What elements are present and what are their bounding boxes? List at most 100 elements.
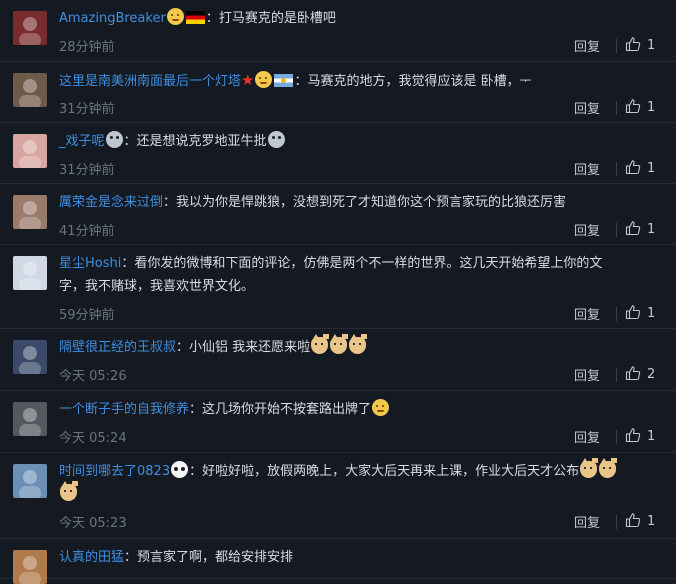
avatar[interactable] [13, 464, 47, 498]
comment-item: _戏子呢 ：还是想说克罗地亚牛批 31分钟前 回复 1 [0, 123, 676, 184]
avatar[interactable] [13, 340, 47, 374]
divider [616, 307, 617, 321]
flag-germany-icon [185, 11, 205, 24]
comment-username[interactable]: 一个断子手的自我修养 [59, 402, 189, 417]
avatar[interactable] [13, 550, 47, 584]
comment-timestamp: 31分钟前 [59, 163, 115, 178]
like-button[interactable]: 1 [625, 304, 655, 321]
divider [616, 515, 617, 529]
reply-button[interactable]: 回复 [574, 365, 600, 384]
avatar[interactable] [13, 134, 47, 168]
panda-emoji-icon [171, 461, 189, 478]
comment-body: ：好啦好啦，放假两晚上，大家大后天再来上课，作业大后天才公布 [189, 464, 580, 479]
reply-button[interactable]: 回复 [574, 159, 600, 178]
cat-emoji-icon [330, 334, 348, 354]
reply-button[interactable]: 回复 [574, 220, 600, 239]
thumbs-up-icon [625, 221, 641, 236]
comment-timestamp: 59分钟前 [59, 308, 115, 323]
divider [616, 101, 617, 115]
thumbs-up-icon [625, 99, 641, 114]
comment-body: ：我以为你是悍跳狼，没想到死了才知道你这个预言家玩的比狼还厉害 [163, 195, 567, 210]
divider [616, 162, 617, 176]
avatar[interactable] [13, 256, 47, 290]
like-count: 1 [647, 100, 656, 115]
comment-body-continued: 字，我不赌球，我喜欢世界文化。 [59, 279, 255, 294]
comment-body: ：这几场你开始不按套路出牌了 [189, 402, 372, 417]
divider [616, 39, 617, 53]
comment-item: 隔壁很正经的王叔叔：小仙铝 我来还愿来啦今天 05:26 回复 2 [0, 329, 676, 391]
like-count: 1 [647, 38, 656, 53]
reply-button[interactable]: 回复 [574, 98, 600, 117]
comment-timestamp: 31分钟前 [59, 102, 115, 117]
comment-item: 一个断子手的自我修养：这几场你开始不按套路出牌了今天 05:24 回复 1 [0, 391, 676, 453]
comment-body: ：还是想说克罗地亚牛批 [123, 134, 267, 149]
like-count: 1 [647, 429, 656, 444]
face-emoji-icon [166, 8, 184, 25]
comment-username[interactable]: 厲荣金是念来过倒 [59, 195, 163, 210]
thumbs-up-icon [625, 37, 641, 52]
like-count: 1 [647, 161, 656, 176]
avatar[interactable] [13, 11, 47, 45]
comment-username[interactable]: _戏子呢 [59, 134, 105, 149]
like-button[interactable]: 1 [625, 98, 655, 115]
reply-button[interactable]: 回复 [574, 36, 600, 55]
divider [616, 430, 617, 444]
comment-body: ：马赛克的地方，我觉得应该是 卧槽，ᅮ [294, 74, 532, 89]
star-icon: ★ [241, 71, 255, 89]
like-count: 1 [647, 514, 656, 529]
comment-username[interactable]: 星尘Hoshi [59, 256, 121, 271]
thumbs-up-icon [625, 305, 641, 320]
like-count: 1 [647, 306, 656, 321]
reply-button[interactable]: 回复 [574, 304, 600, 323]
thumbs-up-icon [625, 513, 641, 528]
like-button[interactable]: 2 [625, 365, 655, 382]
divider [616, 368, 617, 382]
comment-timestamp: 今天 05:26 [59, 369, 127, 384]
comment-username[interactable]: 认真的田猛 [59, 550, 124, 565]
flag-argentina-icon [274, 74, 294, 87]
comment-text: AmazingBreaker ：打马赛克的是卧槽吧 [59, 7, 658, 30]
reply-button[interactable]: 回复 [574, 427, 600, 446]
gray-emoji-icon [105, 131, 123, 148]
comment-text: 时间到哪去了0823 ：好啦好啦，放假两晚上，大家大后天再来上课，作业大后天才公布 [59, 458, 658, 506]
comment-body: ：打马赛克的是卧槽吧 [205, 11, 336, 26]
comment-username[interactable]: 时间到哪去了0823 [59, 464, 170, 479]
comment-text: 厲荣金是念来过倒：我以为你是悍跳狼，没想到死了才知道你这个预言家玩的比狼还厉害 [59, 191, 658, 214]
comment-text: 认真的田猛：预言家了啊，都给安排安排 [59, 546, 658, 569]
comment-item: 时间到哪去了0823 ：好啦好啦，放假两晚上，大家大后天再来上课，作业大后天才公布… [0, 453, 676, 539]
cat-emoji-icon [60, 481, 77, 501]
comment-list: AmazingBreaker ：打马赛克的是卧槽吧 28分钟前 回复 1 这里是南美洲南面… [0, 0, 676, 584]
comment-timestamp: 今天 05:24 [59, 431, 127, 446]
like-button[interactable]: 1 [625, 220, 655, 237]
comment-text: 这里是南美洲南面最后一个灯塔★ ：马赛克的地方，我觉得应该是 卧槽，ᅮ [59, 69, 658, 93]
cat-emoji-icon [580, 458, 598, 478]
like-button[interactable]: 1 [625, 36, 655, 53]
comment-timestamp: 今天 05:23 [59, 516, 127, 531]
comment-username[interactable]: AmazingBreaker [59, 11, 166, 26]
like-button[interactable]: 1 [625, 427, 655, 444]
thumbs-up-icon [625, 366, 641, 381]
reply-button[interactable]: 回复 [574, 512, 600, 531]
comment-text: 一个断子手的自我修养：这几场你开始不按套路出牌了 [59, 398, 658, 421]
comment-body: ：看你发的微博和下面的评论，仿佛是两个不一样的世界。这几天开始希望上你的文 [121, 256, 603, 271]
face-emoji-icon [372, 399, 390, 416]
avatar[interactable] [13, 195, 47, 229]
avatar[interactable] [13, 73, 47, 107]
comment-body: ：预言家了啊，都给安排安排 [124, 550, 294, 565]
like-count: 1 [647, 222, 656, 237]
like-count: 2 [647, 367, 656, 382]
comment-text: 星尘Hoshi：看你发的微博和下面的评论，仿佛是两个不一样的世界。这几天开始希望… [59, 252, 658, 298]
comment-username[interactable]: 隔壁很正经的王叔叔 [59, 340, 176, 355]
avatar[interactable] [13, 402, 47, 436]
like-button[interactable]: 1 [625, 512, 655, 529]
gray-emoji-icon [267, 131, 285, 148]
thumbs-up-icon [625, 428, 641, 443]
divider [616, 223, 617, 237]
cat-emoji-icon [311, 334, 329, 354]
like-button[interactable]: 1 [625, 159, 655, 176]
thumbs-up-icon [625, 160, 641, 175]
comment-username[interactable]: 这里是南美洲南面最后一个灯塔 [59, 74, 241, 89]
face-emoji-icon [255, 71, 273, 88]
cat-emoji-icon [599, 458, 617, 478]
comment-body: ：小仙铝 我来还愿来啦 [176, 340, 311, 355]
